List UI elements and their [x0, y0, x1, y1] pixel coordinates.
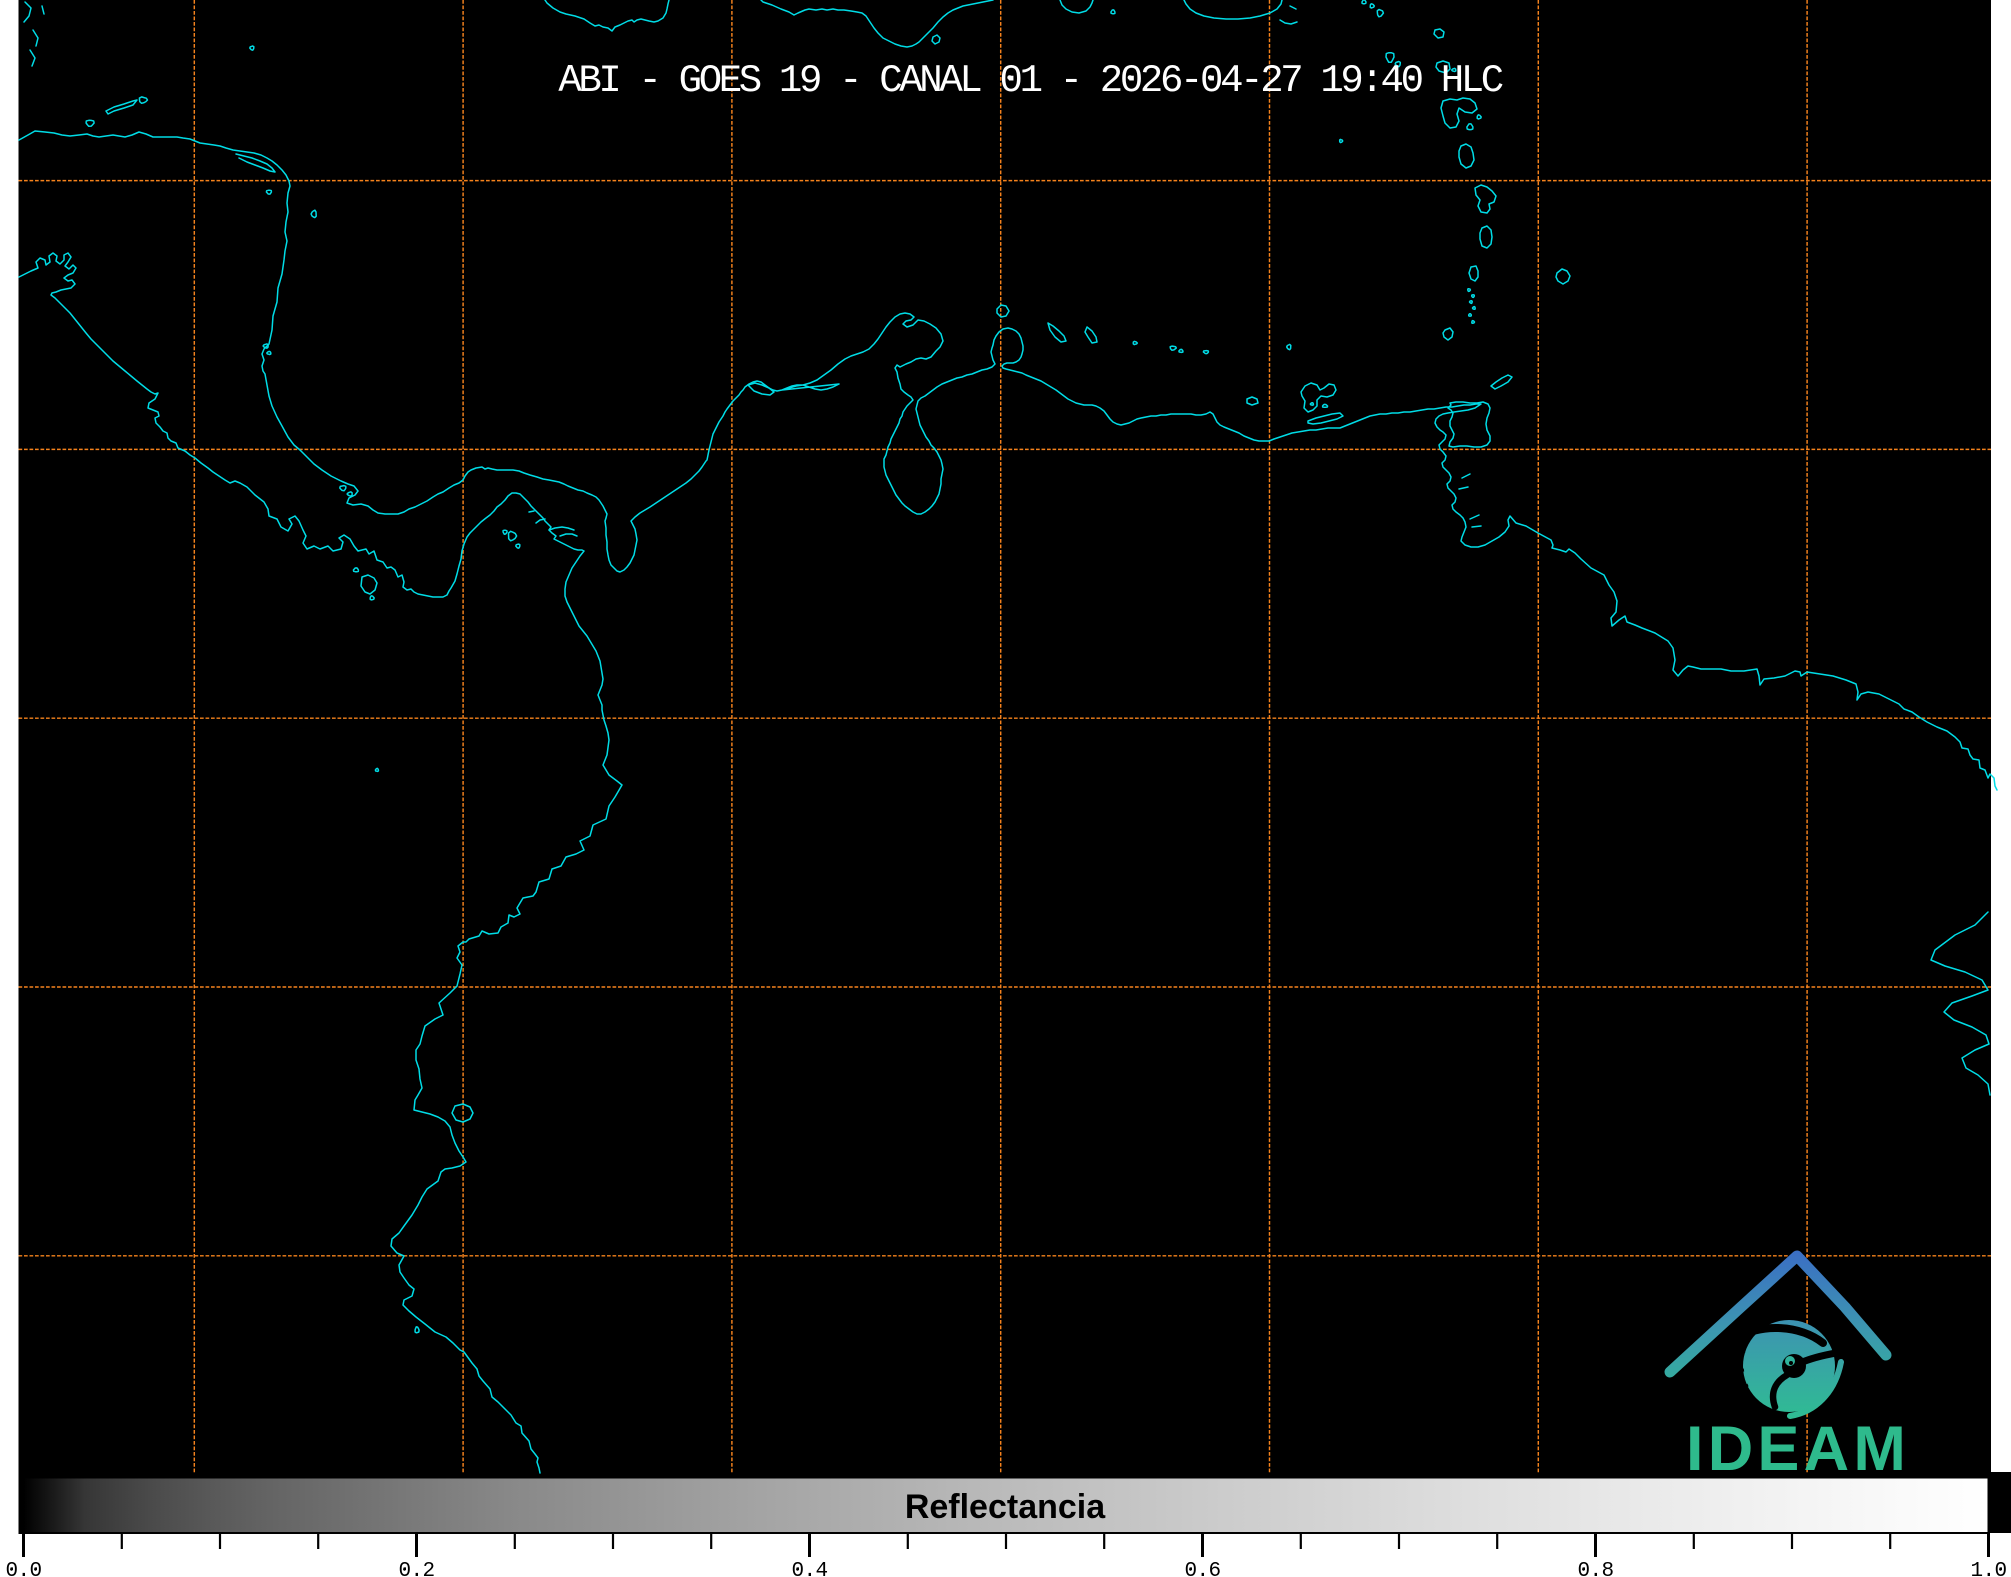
svg-text:0.4: 0.4 — [791, 1560, 827, 1577]
svg-text:1.0: 1.0 — [1970, 1560, 2006, 1577]
svg-text:0.8: 0.8 — [1577, 1560, 1613, 1577]
svg-text:ABI - GOES 19 - CANAL 01 - 202: ABI - GOES 19 - CANAL 01 - 2026-04-27 19… — [558, 59, 1502, 103]
svg-text:0.6: 0.6 — [1184, 1560, 1220, 1577]
svg-text:IDEAM: IDEAM — [1686, 1414, 1910, 1484]
svg-text:0.0: 0.0 — [5, 1560, 41, 1577]
svg-text:0.2: 0.2 — [398, 1560, 434, 1577]
svg-text:Reflectancia: Reflectancia — [905, 1488, 1106, 1526]
